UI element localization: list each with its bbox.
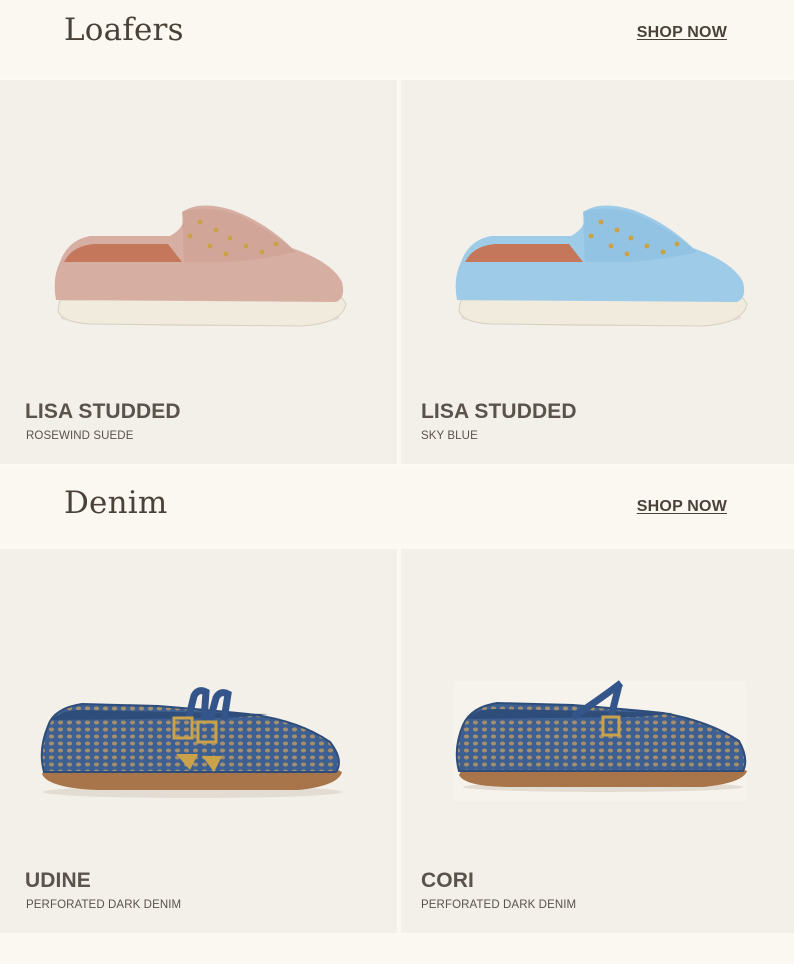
- product-name: LISA STUDDED: [25, 400, 181, 423]
- product-card[interactable]: CORI PERFORATED DARK DENIM: [401, 549, 794, 933]
- product-variant: PERFORATED DARK DENIM: [26, 899, 182, 911]
- product-variant: PERFORATED DARK DENIM: [421, 899, 577, 911]
- shop-now-link[interactable]: SHOP NOW: [637, 24, 727, 42]
- product-card[interactable]: UDINE PERFORATED DARK DENIM: [0, 549, 397, 933]
- bottom-section-edge: [0, 938, 794, 964]
- section-title: Denim: [64, 485, 168, 521]
- loafer-icon: [455, 205, 748, 327]
- mary-jane-icon: [40, 687, 343, 798]
- section-header-denim: Denim SHOP NOW: [0, 469, 794, 544]
- product-name: LISA STUDDED: [421, 400, 577, 423]
- product-card[interactable]: LISA STUDDED SKY BLUE: [401, 80, 794, 464]
- shop-now-link[interactable]: SHOP NOW: [637, 498, 727, 516]
- product-variant: SKY BLUE: [421, 430, 478, 442]
- product-name: CORI: [421, 869, 474, 892]
- product-variant: ROSEWIND SUEDE: [26, 430, 134, 442]
- loafer-icon: [54, 205, 347, 327]
- section-header-loafers: Loafers SHOP NOW: [0, 0, 794, 75]
- product-name: UDINE: [25, 869, 91, 892]
- product-card[interactable]: LISA STUDDED ROSEWIND SUEDE: [0, 80, 397, 464]
- section-title: Loafers: [64, 12, 184, 48]
- mary-jane-icon: [455, 680, 747, 792]
